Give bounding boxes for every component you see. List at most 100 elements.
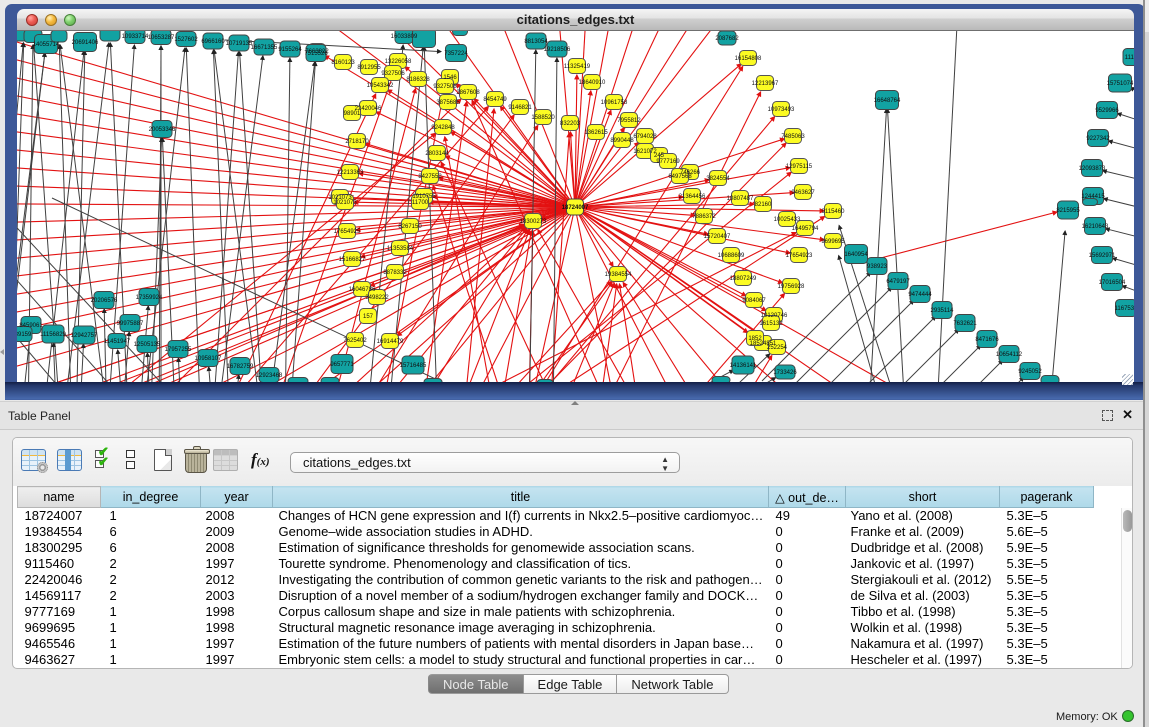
svg-text:1615132: 1615132	[759, 321, 783, 327]
svg-text:11700: 11700	[412, 200, 429, 206]
svg-text:98901: 98901	[344, 111, 361, 117]
svg-text:1021073: 1021073	[333, 200, 357, 206]
svg-text:3498222: 3498222	[365, 295, 389, 301]
svg-text:1527602: 1527602	[174, 37, 198, 43]
svg-text:9146821: 9146821	[508, 105, 532, 111]
svg-text:10543342: 10543342	[367, 83, 394, 89]
svg-text:14055714: 14055714	[33, 42, 60, 48]
svg-text:8454749: 8454749	[483, 97, 507, 103]
svg-text:10719135: 10719135	[226, 41, 253, 47]
svg-text:1733426: 1733426	[773, 370, 797, 376]
svg-text:1112: 1112	[1125, 55, 1134, 61]
svg-text:3824554: 3824554	[706, 176, 730, 182]
svg-text:9529966: 9529966	[1095, 108, 1119, 114]
svg-text:8160123: 8160123	[331, 60, 355, 66]
svg-text:16782759: 16782759	[227, 364, 254, 370]
svg-text:7515526: 7515526	[304, 51, 328, 57]
svg-text:18640910: 18640910	[579, 80, 606, 86]
svg-text:39159: 39159	[17, 332, 32, 338]
svg-text:6497568: 6497568	[668, 174, 692, 180]
svg-text:2718170: 2718170	[345, 139, 369, 145]
svg-text:16495794: 16495794	[792, 226, 819, 232]
svg-text:15716485: 15716485	[400, 363, 427, 369]
svg-text:9242848: 9242848	[431, 125, 455, 131]
svg-text:12975115: 12975115	[786, 164, 813, 170]
svg-text:11156829: 11156829	[40, 332, 66, 338]
svg-text:12213967: 12213967	[752, 81, 779, 87]
svg-text:16671355: 16671355	[251, 45, 278, 51]
svg-text:9327506: 9327506	[381, 71, 405, 77]
svg-text:832203: 832203	[560, 121, 581, 127]
svg-text:938923: 938923	[867, 264, 888, 270]
svg-text:2803144: 2803144	[425, 151, 449, 157]
svg-text:16648764: 16648764	[874, 98, 901, 104]
svg-text:15751074: 15751074	[1107, 81, 1134, 87]
svg-text:9245052: 9245052	[1018, 369, 1042, 375]
svg-text:8471676: 8471676	[975, 337, 999, 343]
svg-text:17654923: 17654923	[786, 253, 813, 259]
svg-text:1852: 1852	[748, 336, 762, 342]
svg-text:9115460: 9115460	[822, 209, 846, 215]
svg-text:157: 157	[363, 314, 374, 320]
svg-text:8459061: 8459061	[19, 323, 43, 329]
svg-text:16210643: 16210643	[1082, 224, 1109, 230]
svg-text:10807487: 10807487	[727, 196, 754, 202]
svg-text:16046786: 16046786	[349, 287, 376, 293]
svg-text:8267150: 8267150	[398, 224, 422, 230]
svg-text:7632621: 7632621	[953, 321, 977, 327]
svg-text:1167531: 1167531	[1115, 306, 1134, 312]
svg-text:9463627: 9463627	[791, 190, 815, 196]
svg-text:15166827: 15166827	[339, 257, 366, 263]
svg-text:6479197: 6479197	[886, 279, 910, 285]
svg-text:17359924: 17359924	[136, 295, 163, 301]
svg-text:1362615: 1362615	[584, 130, 608, 136]
svg-text:11353584: 11353584	[387, 246, 414, 252]
svg-text:10973493: 10973493	[768, 107, 795, 113]
svg-text:7886372: 7886372	[692, 214, 716, 220]
svg-text:10933714: 10933714	[122, 34, 149, 40]
svg-text:15692971: 15692971	[1089, 253, 1116, 259]
svg-text:12093873: 12093873	[1079, 166, 1106, 172]
svg-text:9777169: 9777169	[656, 159, 680, 165]
svg-text:14136141: 14136141	[730, 363, 757, 369]
svg-text:16914479: 16914479	[377, 339, 404, 345]
svg-text:10961758: 10961758	[601, 100, 628, 106]
svg-text:18724007: 18724007	[562, 205, 589, 211]
svg-text:6966160: 6966160	[201, 39, 225, 45]
svg-text:12213363: 12213363	[337, 170, 364, 176]
svg-text:12505135: 12505135	[134, 342, 161, 348]
svg-text:19384554: 19384554	[605, 272, 632, 278]
svg-text:9084067: 9084067	[742, 298, 766, 304]
svg-text:8186328: 8186328	[406, 77, 430, 83]
svg-text:8990448: 8990448	[610, 138, 634, 144]
svg-text:10688609: 10688609	[718, 253, 745, 259]
svg-text:10653287: 10653287	[148, 35, 175, 41]
svg-text:7357224: 7357224	[444, 51, 468, 57]
svg-text:15720407: 15720407	[704, 234, 731, 240]
svg-text:6794028: 6794028	[633, 134, 657, 140]
svg-text:13226058: 13226058	[385, 59, 412, 65]
svg-text:1588520: 1588520	[531, 115, 555, 121]
svg-text:17016504: 17016504	[1099, 280, 1126, 286]
svg-text:9699695: 9699695	[821, 239, 845, 245]
svg-text:10120746: 10120746	[761, 313, 788, 319]
svg-text:17654925: 17654925	[334, 229, 361, 235]
svg-text:82160: 82160	[755, 202, 772, 208]
svg-text:8878332: 8878332	[383, 270, 407, 276]
svg-text:7485063: 7485063	[781, 134, 805, 140]
svg-text:7625402: 7625402	[343, 338, 367, 344]
svg-text:20053346: 20053346	[149, 127, 176, 133]
svg-text:10654112: 10654112	[996, 352, 1023, 358]
svg-text:16033809: 16033809	[391, 34, 418, 40]
svg-text:2935114: 2935114	[931, 308, 955, 314]
svg-text:252254: 252254	[767, 345, 788, 351]
svg-text:8427552: 8427552	[418, 174, 442, 180]
svg-text:9474444: 9474444	[908, 292, 932, 298]
svg-text:8912955: 8912955	[357, 65, 381, 71]
svg-text:12942757: 12942757	[71, 333, 98, 339]
svg-text:1244415: 1244415	[1081, 194, 1105, 200]
svg-text:8215955: 8215955	[1056, 208, 1080, 214]
svg-text:11325419: 11325419	[564, 64, 591, 70]
svg-text:99975887: 99975887	[117, 321, 144, 327]
svg-text:1640954: 1640954	[844, 252, 868, 258]
